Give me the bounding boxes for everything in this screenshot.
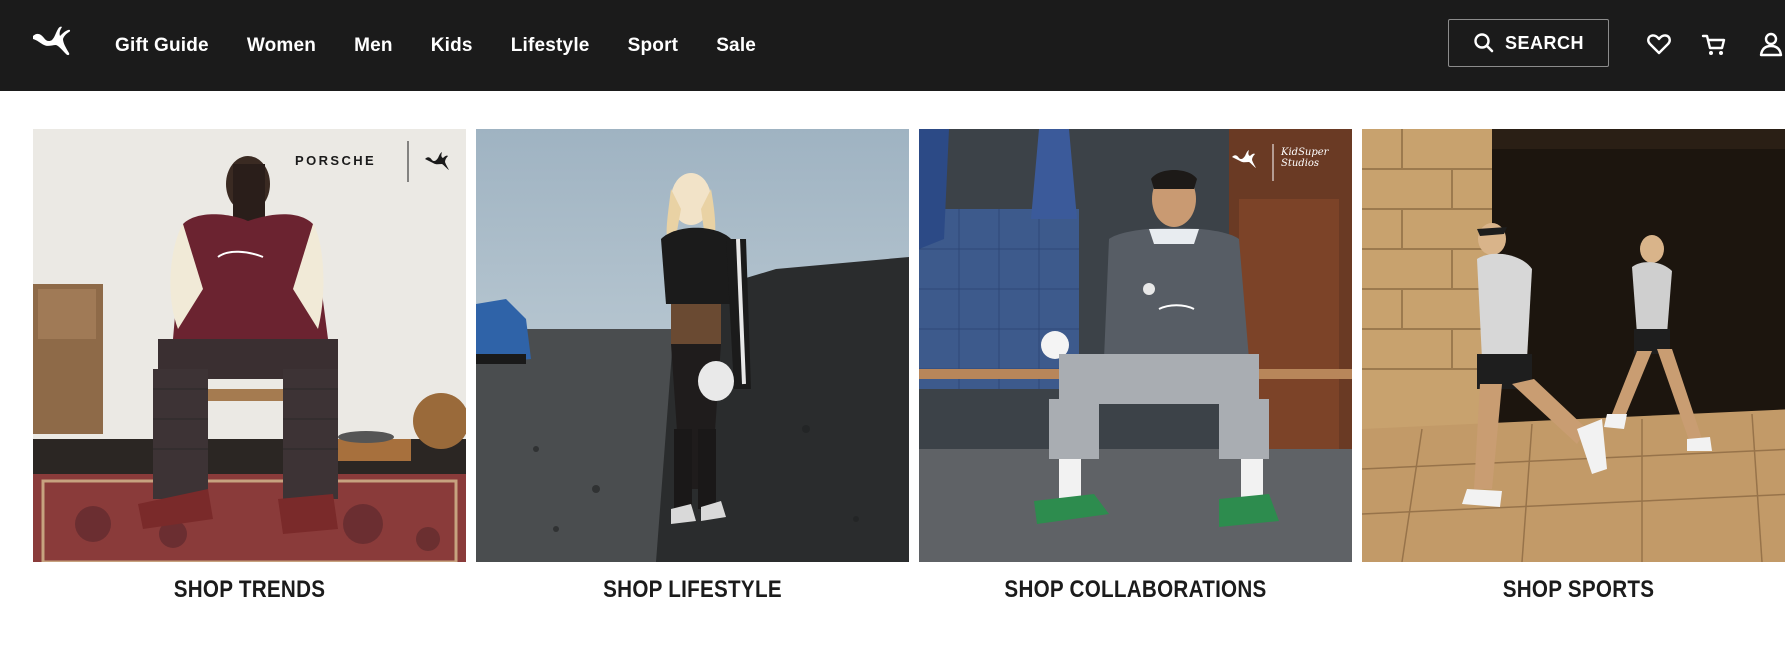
- lifestyle-image[interactable]: [476, 129, 909, 562]
- category-tiles: PORSCHE SHOP TRENDS SHOP LIFESTYLE KidSu…: [33, 129, 1785, 648]
- cart-icon[interactable]: [1700, 30, 1728, 58]
- tile-trends[interactable]: PORSCHE SHOP TRENDS: [33, 129, 466, 603]
- account-icon[interactable]: [1757, 30, 1785, 58]
- heart-icon[interactable]: [1645, 30, 1673, 58]
- puma-logo-icon[interactable]: [31, 24, 73, 58]
- main-nav: Gift Guide Women Men Kids Lifestyle Spor…: [115, 0, 794, 91]
- nav-sale[interactable]: Sale: [716, 35, 756, 57]
- nav-men[interactable]: Men: [354, 35, 393, 57]
- tile-label-lifestyle[interactable]: SHOP LIFESTYLE: [506, 572, 878, 608]
- nav-women[interactable]: Women: [247, 35, 316, 57]
- trends-image[interactable]: PORSCHE: [33, 129, 466, 562]
- tile-sports[interactable]: SHOP SPORTS: [1362, 129, 1785, 603]
- porsche-brand-text: PORSCHE: [295, 153, 377, 168]
- tile-label-sports[interactable]: SHOP SPORTS: [1392, 572, 1764, 608]
- tile-collaborations[interactable]: KidSuper Studios SHOP COLLABORATIONS: [919, 129, 1352, 603]
- nav-gift-guide[interactable]: Gift Guide: [115, 35, 209, 57]
- collaborations-image[interactable]: KidSuper Studios: [919, 129, 1352, 562]
- tile-lifestyle[interactable]: SHOP LIFESTYLE: [476, 129, 909, 603]
- kidsuper-brand-text: KidSuper Studios: [1281, 147, 1329, 169]
- nav-kids[interactable]: Kids: [431, 35, 473, 57]
- tile-label-trends[interactable]: SHOP TRENDS: [63, 572, 435, 608]
- sports-image[interactable]: [1362, 129, 1785, 562]
- nav-sport[interactable]: Sport: [628, 35, 679, 57]
- search-label: SEARCH: [1505, 32, 1585, 53]
- search-button[interactable]: SEARCH: [1448, 19, 1609, 67]
- tile-label-collaborations[interactable]: SHOP COLLABORATIONS: [949, 572, 1321, 608]
- search-icon: [1473, 32, 1495, 54]
- nav-lifestyle[interactable]: Lifestyle: [511, 35, 590, 57]
- top-navigation-bar: Gift Guide Women Men Kids Lifestyle Spor…: [0, 0, 1785, 91]
